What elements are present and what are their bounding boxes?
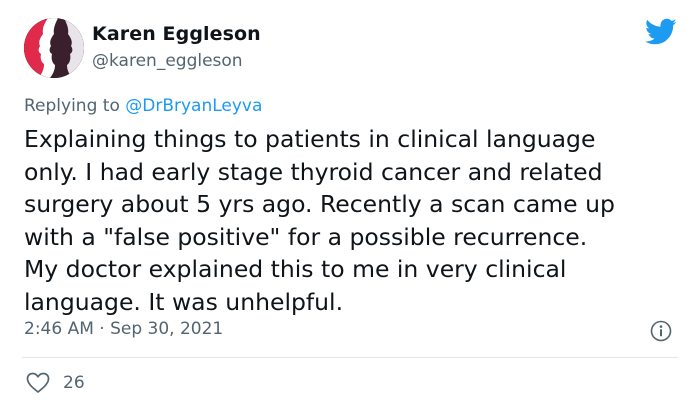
tweet-timestamp[interactable]: 2:46 AM · Sep 30, 2021 <box>24 319 223 339</box>
like-count: 26 <box>63 373 85 393</box>
tweet-text: Explaining things to patients in clinica… <box>24 125 615 316</box>
avatar-image <box>24 18 84 78</box>
heart-icon[interactable] <box>26 372 50 394</box>
divider <box>22 357 678 358</box>
author-name[interactable]: Karen Eggleson <box>92 23 261 45</box>
author-handle[interactable]: @karen_eggleson <box>92 51 243 71</box>
replying-prefix: Replying to <box>24 96 126 116</box>
info-icon[interactable] <box>650 320 672 342</box>
avatar[interactable] <box>24 18 84 78</box>
tweet-card: Karen Eggleson @karen_eggleson Replying … <box>0 0 700 410</box>
replying-to: Replying to @DrBryanLeyva <box>24 96 262 116</box>
reply-mention-link[interactable]: @DrBryanLeyva <box>125 96 262 116</box>
twitter-bird-icon[interactable] <box>645 18 677 46</box>
